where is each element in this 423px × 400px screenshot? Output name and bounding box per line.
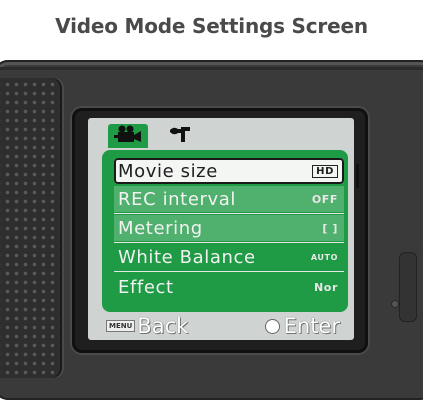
rec-interval-value: OFF (311, 192, 338, 206)
divider (114, 213, 344, 214)
metering-value: [ ] (322, 221, 338, 235)
setup-wrench-icon (168, 125, 194, 147)
menu-item-white-balance[interactable]: White Balance AUTO (114, 244, 344, 270)
tab-video[interactable] (108, 124, 148, 148)
camera-grip (0, 78, 62, 378)
ok-circle-icon (264, 318, 280, 334)
page-title: Video Mode Settings Screen (55, 14, 368, 38)
menu-item-label: Metering (118, 217, 203, 239)
menu-item-label: White Balance (118, 246, 256, 268)
tab-setup[interactable] (162, 124, 200, 148)
side-button[interactable] (399, 252, 417, 322)
effect-value: Nor (314, 280, 338, 294)
menu-item-label: Movie size (118, 160, 218, 182)
back-button[interactable]: MENU Back (106, 314, 188, 338)
enter-button[interactable]: Enter (264, 314, 340, 338)
settings-menu: Movie size HD REC interval OFF Metering … (102, 150, 359, 312)
menu-item-label: Effect (118, 276, 174, 298)
divider (114, 271, 344, 272)
camera-top-seam (0, 67, 423, 70)
menu-item-label: REC interval (118, 188, 236, 210)
movie-size-value: HD (312, 164, 338, 178)
footer-bar: MENU Back Enter (88, 314, 354, 338)
menu-item-movie-size[interactable]: Movie size HD (114, 158, 359, 188)
back-label: Back (137, 314, 189, 338)
scroll-indicator (356, 164, 359, 188)
menu-item-rec-interval[interactable]: REC interval OFF (114, 186, 344, 212)
white-balance-value: AUTO (310, 252, 338, 262)
lcd-screen: Movie size HD REC interval OFF Metering … (88, 118, 359, 340)
menu-item-effect[interactable]: Effect Nor (114, 274, 344, 300)
divider (114, 242, 344, 243)
enter-label: Enter (283, 314, 340, 338)
video-camera-icon (113, 125, 143, 147)
menu-item-metering[interactable]: Metering [ ] (114, 215, 344, 241)
indicator-dot (392, 301, 398, 307)
menu-key-icon: MENU (106, 320, 136, 332)
